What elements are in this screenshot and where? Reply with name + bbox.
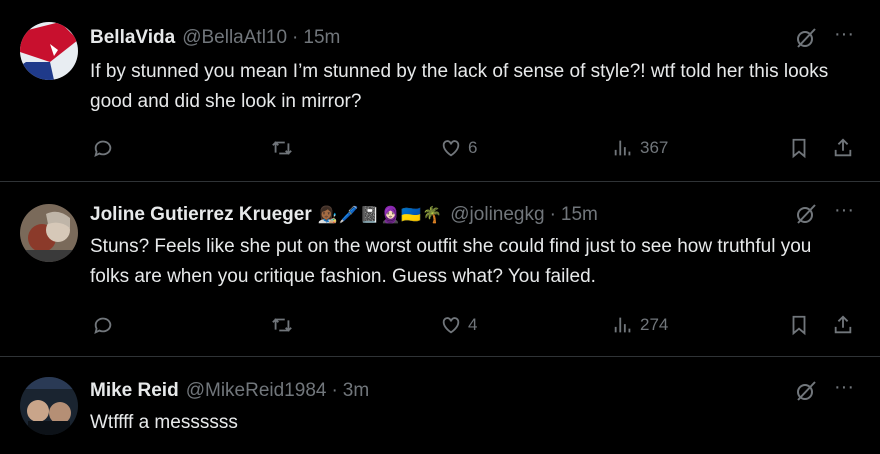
reply-icon: [92, 314, 114, 336]
more-icon[interactable]: ···: [832, 200, 856, 226]
tweet-header: BellaVida @BellaAtl10 · 15m: [90, 25, 340, 51]
like-icon: [440, 137, 462, 159]
reply-button[interactable]: [92, 133, 114, 163]
avatar[interactable]: [20, 22, 78, 80]
grok-icon[interactable]: [794, 379, 818, 403]
like-button[interactable]: 4: [440, 310, 477, 340]
timestamp[interactable]: 15m: [561, 204, 598, 226]
action-bar: 6 367: [0, 133, 880, 163]
bookmark-icon: [788, 137, 810, 159]
author-name[interactable]: Joline Gutierrez Krueger: [90, 204, 312, 226]
avatar[interactable]: [20, 377, 78, 435]
separator: ·: [292, 27, 299, 48]
tweet[interactable]: BellaVida @BellaAtl10 · 15m ··· If by st…: [0, 0, 880, 182]
retweet-icon: [270, 137, 294, 159]
avatar[interactable]: [20, 204, 78, 262]
more-icon[interactable]: ···: [832, 377, 856, 403]
like-icon: [440, 314, 462, 336]
timestamp[interactable]: 15m: [303, 27, 340, 49]
author-name[interactable]: BellaVida: [90, 27, 175, 49]
author-name[interactable]: Mike Reid: [90, 380, 179, 402]
separator: ·: [549, 204, 556, 225]
view-count: 367: [640, 138, 669, 157]
like-count: 4: [468, 315, 478, 334]
retweet-icon: [270, 314, 294, 336]
like-button[interactable]: 6: [440, 133, 477, 163]
bookmark-button[interactable]: [788, 133, 810, 163]
bookmark-button[interactable]: [788, 310, 810, 340]
views-button[interactable]: 367: [612, 133, 668, 163]
action-bar: 4 274: [0, 310, 880, 340]
author-handle[interactable]: @BellaAtl10: [182, 27, 287, 49]
tweet-header: Joline Gutierrez Krueger 👩🏾‍🎨🖊️📓🧕🏻🇺🇦🌴 @j…: [90, 202, 598, 228]
bookmark-icon: [788, 314, 810, 336]
tweet[interactable]: Mike Reid @MikeReid1984 · 3m ··· Wtffff …: [0, 357, 880, 454]
separator: ·: [331, 380, 338, 401]
views-icon: [612, 314, 634, 336]
author-handle[interactable]: @jolinegkg: [450, 204, 544, 226]
tweet-text: Stuns? Feels like she put on the worst o…: [90, 236, 812, 287]
author-handle[interactable]: @MikeReid1984: [186, 380, 327, 402]
reply-button[interactable]: [92, 310, 114, 340]
share-button[interactable]: [832, 310, 854, 340]
retweet-button[interactable]: [270, 310, 294, 340]
tweet-text: Wtffff a messssss: [90, 412, 238, 433]
tweet-text: If by stunned you mean I’m stunned by th…: [90, 61, 829, 112]
more-icon[interactable]: ···: [832, 24, 856, 50]
like-count: 6: [468, 138, 478, 157]
tweet-header: Mike Reid @MikeReid1984 · 3m: [90, 378, 369, 404]
tweet[interactable]: Joline Gutierrez Krueger 👩🏾‍🎨🖊️📓🧕🏻🇺🇦🌴 @j…: [0, 182, 880, 357]
grok-icon[interactable]: [794, 202, 818, 226]
grok-icon[interactable]: [794, 26, 818, 50]
share-button[interactable]: [832, 133, 854, 163]
share-icon: [832, 314, 854, 336]
views-button[interactable]: 274: [612, 310, 668, 340]
views-icon: [612, 137, 634, 159]
reply-icon: [92, 137, 114, 159]
share-icon: [832, 137, 854, 159]
timestamp[interactable]: 3m: [343, 380, 369, 402]
retweet-button[interactable]: [270, 133, 294, 163]
name-emojis: 👩🏾‍🎨🖊️📓🧕🏻🇺🇦🌴: [317, 207, 444, 224]
view-count: 274: [640, 315, 669, 334]
